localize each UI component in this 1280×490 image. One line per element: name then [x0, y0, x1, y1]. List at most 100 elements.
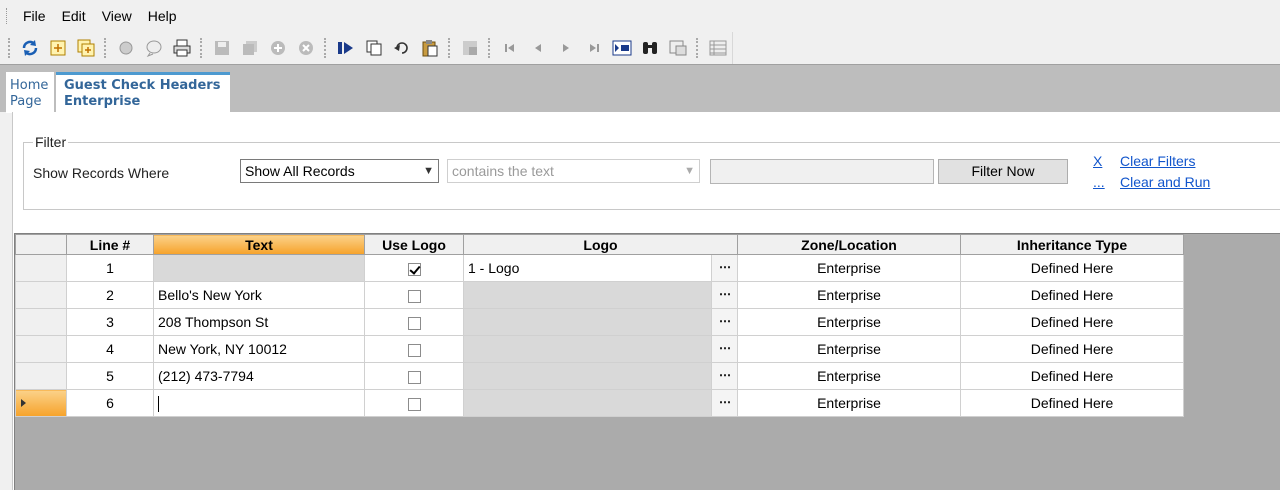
column-header-use-logo[interactable]: Use Logo — [364, 234, 464, 255]
use-logo-cell[interactable] — [364, 362, 464, 390]
table-row[interactable]: 2 Bello's New York ⋯ Enterprise Defined … — [15, 281, 1184, 309]
clear-and-run-link[interactable]: Clear and Run — [1120, 174, 1210, 190]
logo-cell[interactable]: ⋯ — [463, 389, 738, 417]
table-row-current[interactable]: 6 ⋯ Enterprise Defined Here — [15, 389, 1184, 417]
ellipsis-button[interactable]: ⋯ — [711, 390, 737, 416]
chevron-down-icon: ▼ — [423, 165, 434, 177]
previous-record-icon[interactable] — [526, 36, 550, 60]
filter-now-button[interactable]: Filter Now — [938, 159, 1068, 184]
use-logo-checkbox[interactable] — [407, 289, 421, 303]
logo-cell[interactable]: ⋯ — [463, 362, 738, 390]
text-cell[interactable]: (212) 473-7794 — [153, 362, 365, 390]
row-header[interactable] — [15, 362, 67, 390]
layout-icon[interactable] — [458, 36, 482, 60]
undo-icon[interactable] — [390, 36, 414, 60]
row-header[interactable] — [15, 281, 67, 309]
save-all-icon[interactable] — [238, 36, 262, 60]
tab-home-page[interactable]: Home Page — [6, 72, 54, 113]
menu-file[interactable]: File — [15, 8, 54, 24]
grid-corner-header[interactable] — [15, 234, 67, 255]
inheritance-cell: Defined Here — [960, 335, 1184, 363]
clear-filters-link[interactable]: Clear Filters — [1120, 153, 1195, 169]
ellipsis-button[interactable]: ⋯ — [711, 363, 737, 389]
clear-filters-x-link[interactable]: X — [1093, 153, 1102, 169]
column-header-logo[interactable]: Logo — [463, 234, 738, 255]
line-number-cell: 6 — [66, 389, 154, 417]
clear-and-run-dots-link[interactable]: ... — [1093, 174, 1105, 190]
use-logo-checkbox[interactable] — [407, 370, 421, 384]
row-header[interactable] — [15, 389, 67, 417]
filter-operator-select[interactable]: contains the text ▼ — [447, 159, 700, 183]
use-logo-checkbox[interactable] — [407, 397, 421, 411]
circle-icon[interactable] — [114, 36, 138, 60]
filter-legend: Filter — [33, 134, 69, 150]
logo-cell[interactable]: ⋯ — [463, 308, 738, 336]
ellipsis-button[interactable]: ⋯ — [711, 309, 737, 335]
inheritance-cell: Defined Here — [960, 308, 1184, 336]
goto-record-icon[interactable] — [610, 36, 634, 60]
window-icon[interactable] — [666, 36, 690, 60]
first-record-icon[interactable] — [498, 36, 522, 60]
inheritance-cell: Defined Here — [960, 281, 1184, 309]
paste-icon[interactable] — [418, 36, 442, 60]
logo-cell[interactable]: ⋯ — [463, 335, 738, 363]
row-header[interactable] — [15, 335, 67, 363]
next-record-icon[interactable] — [554, 36, 578, 60]
column-header-line[interactable]: Line # — [66, 234, 154, 255]
list-icon[interactable] — [706, 36, 730, 60]
toolbar — [0, 32, 733, 64]
inheritance-cell: Defined Here — [960, 254, 1184, 282]
toolbar-separator — [324, 38, 328, 58]
line-number-cell: 1 — [66, 254, 154, 282]
table-row[interactable]: 1 1 - Logo ⋯ Enterprise Defined Here — [15, 254, 1184, 282]
logo-cell[interactable]: 1 - Logo ⋯ — [463, 254, 738, 282]
text-caret — [158, 395, 159, 412]
use-logo-checkbox[interactable] — [407, 343, 421, 357]
ellipsis-button[interactable]: ⋯ — [711, 282, 737, 308]
use-logo-cell[interactable] — [364, 254, 464, 282]
filter-value-input[interactable] — [710, 159, 934, 184]
row-header[interactable] — [15, 308, 67, 336]
column-header-zone[interactable]: Zone/Location — [737, 234, 961, 255]
menu-help[interactable]: Help — [140, 8, 185, 24]
text-cell[interactable]: 208 Thompson St — [153, 308, 365, 336]
use-logo-cell[interactable] — [364, 308, 464, 336]
toolbar-separator — [696, 38, 700, 58]
table-row[interactable]: 4 New York, NY 10012 ⋯ Enterprise Define… — [15, 335, 1184, 363]
tab-guest-check-headers[interactable]: Guest Check Headers Enterprise — [56, 72, 230, 113]
filter-field-value: Show All Records — [245, 163, 355, 179]
add-icon[interactable] — [266, 36, 290, 60]
text-cell-editing[interactable] — [153, 389, 365, 417]
text-cell[interactable]: Bello's New York — [153, 281, 365, 309]
menu-edit[interactable]: Edit — [54, 8, 94, 24]
ellipsis-button[interactable]: ⋯ — [711, 255, 737, 281]
logo-cell[interactable]: ⋯ — [463, 281, 738, 309]
ellipsis-button[interactable]: ⋯ — [711, 336, 737, 362]
use-logo-cell[interactable] — [364, 335, 464, 363]
new-icon[interactable] — [46, 36, 70, 60]
tab-home-line1: Home — [10, 78, 49, 93]
menu-view[interactable]: View — [94, 8, 140, 24]
use-logo-cell[interactable] — [364, 281, 464, 309]
notes-icon[interactable] — [142, 36, 166, 60]
print-icon[interactable] — [170, 36, 194, 60]
filter-field-select[interactable]: Show All Records ▼ — [240, 159, 439, 183]
row-header[interactable] — [15, 254, 67, 282]
use-logo-checkbox[interactable] — [407, 316, 421, 330]
column-header-inheritance[interactable]: Inheritance Type — [960, 234, 1184, 255]
use-logo-checkbox[interactable] — [407, 262, 421, 276]
new-multiple-icon[interactable] — [74, 36, 98, 60]
refresh-icon[interactable] — [18, 36, 42, 60]
save-icon[interactable] — [210, 36, 234, 60]
table-row[interactable]: 3 208 Thompson St ⋯ Enterprise Defined H… — [15, 308, 1184, 336]
table-row[interactable]: 5 (212) 473-7794 ⋯ Enterprise Defined He… — [15, 362, 1184, 390]
copy-icon[interactable] — [362, 36, 386, 60]
column-header-text[interactable]: Text — [153, 234, 365, 255]
use-logo-cell[interactable] — [364, 389, 464, 417]
last-record-icon[interactable] — [582, 36, 606, 60]
text-cell[interactable] — [153, 254, 365, 282]
find-icon[interactable] — [638, 36, 662, 60]
delete-icon[interactable] — [294, 36, 318, 60]
run-icon[interactable] — [334, 36, 358, 60]
text-cell[interactable]: New York, NY 10012 — [153, 335, 365, 363]
